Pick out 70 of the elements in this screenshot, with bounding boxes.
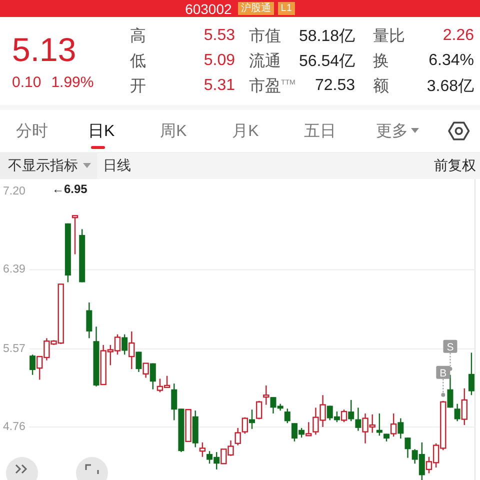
period-tab[interactable]: 周K: [160, 110, 232, 152]
stat-label: 额: [372, 76, 390, 96]
settings-icon[interactable]: [448, 120, 470, 142]
candlestick: [398, 418, 404, 440]
axis-label: 4.76: [3, 420, 26, 433]
adjustment-button[interactable]: 前复权: [434, 157, 476, 175]
stat-label: 换: [372, 52, 390, 72]
candlestick: [256, 400, 262, 420]
current-price: 5.13: [12, 32, 78, 68]
candlestick: [447, 374, 454, 408]
stat-label: 开: [130, 76, 147, 96]
stat-value: 3.68亿: [426, 76, 475, 96]
candlestick: [199, 442, 206, 458]
fullscreen-icon: [85, 464, 99, 474]
stat-value: 5.53: [202, 27, 236, 45]
caret-icon: [83, 163, 91, 169]
stat-label: 量比: [372, 26, 406, 46]
candlestick: [284, 408, 290, 424]
stock-code: 603002: [185, 0, 232, 16]
indicator-dropdown[interactable]: 不显示指标: [0, 153, 97, 179]
stat-label: 低: [130, 52, 147, 72]
expand-sidebar-button[interactable]: [6, 457, 38, 480]
candlestick: [461, 388, 468, 426]
stat-value: 5.09: [202, 52, 236, 70]
period-tab[interactable]: 月K: [232, 110, 304, 152]
axis-label: 6.39: [3, 264, 26, 276]
candlestick: [136, 351, 142, 373]
axis-label: 5.57: [3, 342, 26, 355]
candlestick: [142, 362, 149, 378]
period-tab[interactable]: 日K: [88, 110, 160, 152]
candlestick: [404, 436, 411, 458]
stat-label: 高: [130, 26, 147, 46]
high-price-label: ←6.95: [52, 182, 88, 196]
stat-value: 2.26: [442, 27, 475, 45]
period-tab[interactable]: 分时: [16, 110, 88, 152]
period-tab[interactable]: 五日: [304, 110, 376, 152]
candlestick: [376, 412, 382, 436]
price-change: 0.10: [12, 74, 42, 90]
stat-value: 58.18亿: [298, 26, 356, 46]
period-tab[interactable]: 更多: [376, 110, 448, 152]
candlestick: [86, 302, 92, 339]
candlestick: [348, 399, 354, 422]
candlestick: [30, 354, 36, 376]
candlestick: [128, 330, 135, 370]
candlestick: [122, 334, 128, 356]
change-percent: 1.99%: [51, 74, 94, 90]
candlestick: [306, 422, 312, 436]
axis-label: 7.20: [3, 186, 26, 198]
candlestick: [454, 403, 460, 422]
stat-label: 市盈$^{TTM}$: [248, 76, 296, 96]
stat-label: 市值: [248, 26, 282, 46]
stat-value: 6.34%: [428, 52, 475, 70]
stat-value: 56.54亿: [298, 52, 356, 72]
stat-label: 流通: [248, 52, 282, 72]
caret-icon: [411, 128, 420, 134]
candlestick: [340, 409, 348, 423]
candlestick: [263, 384, 270, 406]
period-label: 日线: [103, 157, 131, 175]
stat-value: 5.31: [202, 77, 236, 95]
double-chevron-icon: [15, 464, 29, 474]
candlestick: [468, 352, 474, 396]
candlestick: [72, 215, 78, 255]
candlestick: [249, 409, 255, 430]
candlestick: [355, 407, 362, 432]
signal-badge: B: [436, 366, 450, 397]
candlestick: [390, 412, 397, 438]
candlestick: [150, 362, 156, 390]
market-badge: L1: [278, 2, 295, 15]
market-badge: 沪股通: [238, 2, 274, 15]
stat-value: 72.53: [314, 77, 356, 95]
